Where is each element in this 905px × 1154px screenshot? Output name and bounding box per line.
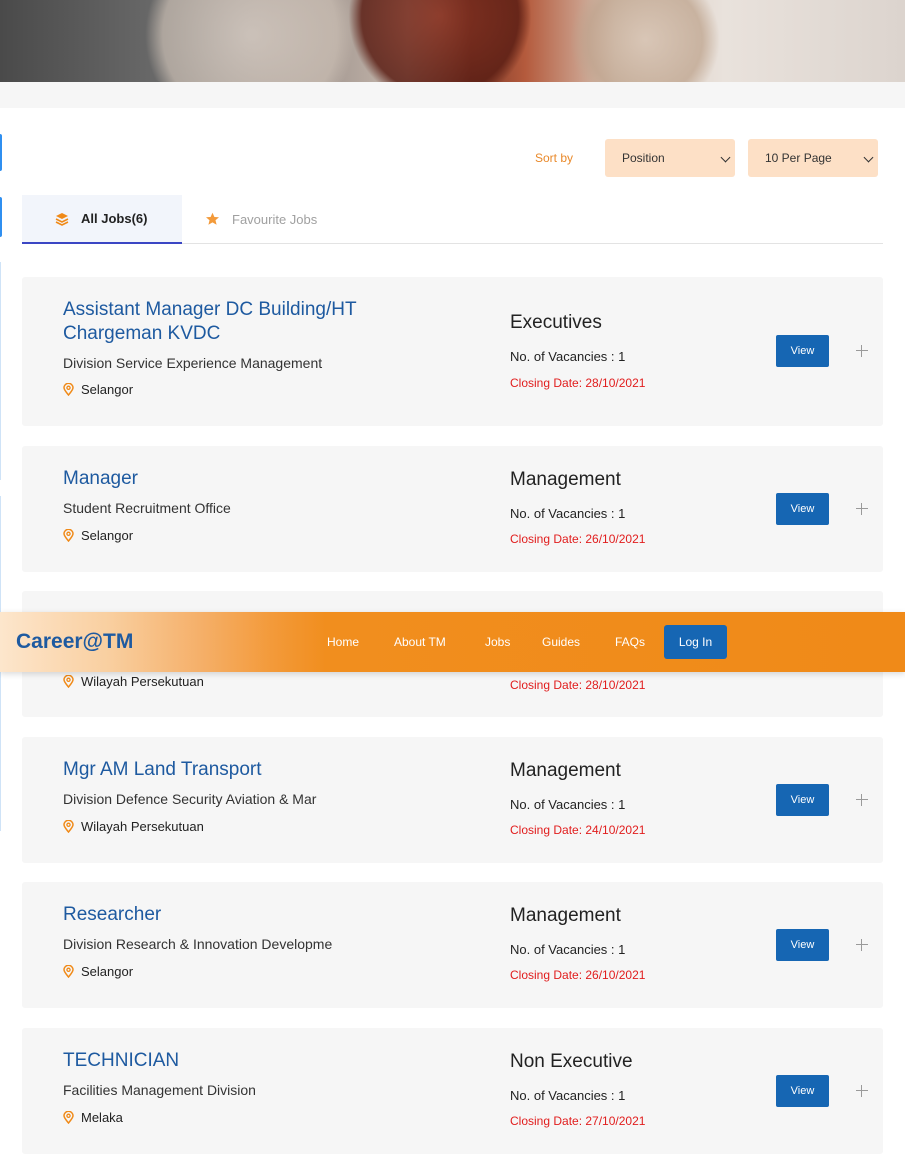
job-level: Executives (510, 312, 602, 333)
star-icon (205, 212, 220, 226)
tab-all-jobs-label: All Jobs(6) (81, 211, 148, 226)
job-location-label: Melaka (81, 1110, 123, 1125)
map-pin-icon (63, 1111, 74, 1124)
nav-guides[interactable]: Guides (542, 635, 580, 649)
brand-logo[interactable]: Career@TM (16, 630, 133, 654)
job-location: Selangor (63, 382, 133, 397)
map-pin-icon (63, 383, 74, 396)
side-marker (0, 197, 2, 237)
job-closing-date: Closing Date: 26/10/2021 (510, 532, 646, 546)
per-page-select[interactable]: 10 Per Page (748, 139, 878, 177)
map-pin-icon (63, 675, 74, 688)
job-closing-date: Closing Date: 26/10/2021 (510, 968, 646, 982)
map-pin-icon (63, 820, 74, 833)
nav-home[interactable]: Home (327, 635, 359, 649)
side-marker (0, 134, 2, 171)
job-card: Researcher Division Research & Innovatio… (22, 882, 883, 1008)
job-division: Student Recruitment Office (63, 500, 231, 516)
job-closing-date: Closing Date: 27/10/2021 (510, 1114, 646, 1128)
job-title[interactable]: Researcher (63, 903, 393, 927)
per-page-value: 10 Per Page (765, 151, 832, 165)
job-location: Selangor (63, 528, 133, 543)
job-closing-date: Closing Date: 28/10/2021 (510, 678, 646, 692)
view-button[interactable]: View (776, 784, 829, 816)
job-location: Wilayah Persekutuan (63, 819, 204, 834)
job-division: Division Service Experience Management (63, 355, 323, 371)
tab-favourite-jobs[interactable]: Favourite Jobs (205, 195, 355, 243)
job-vacancies: No. of Vacancies : 1 (510, 797, 626, 812)
job-vacancies: No. of Vacancies : 1 (510, 942, 626, 957)
job-location: Wilayah Persekutuan (63, 674, 204, 689)
job-title[interactable]: Assistant Manager DC Building/HT Chargem… (63, 298, 393, 346)
layers-icon (55, 212, 69, 226)
view-button[interactable]: View (776, 493, 829, 525)
top-navbar: Career@TM Home About TM Jobs Guides FAQs… (0, 612, 905, 672)
tab-all-jobs[interactable]: All Jobs(6) (22, 195, 182, 244)
page: Sort by Position 10 Per Page All Jobs(6) (0, 0, 905, 1154)
view-button[interactable]: View (776, 335, 829, 367)
job-location-label: Wilayah Persekutuan (81, 674, 204, 689)
view-button[interactable]: View (776, 1075, 829, 1107)
job-level: Management (510, 760, 621, 781)
job-division: Division Defence Security Aviation & Mar (63, 791, 317, 807)
job-card: Mgr AM Land Transport Division Defence S… (22, 737, 883, 863)
sort-by-label: Sort by (535, 151, 574, 165)
login-button[interactable]: Log In (664, 625, 727, 659)
map-pin-icon (63, 965, 74, 978)
job-vacancies: No. of Vacancies : 1 (510, 506, 626, 521)
job-vacancies: No. of Vacancies : 1 (510, 349, 626, 364)
job-title[interactable]: Mgr AM Land Transport (63, 758, 393, 782)
job-card: Assistant Manager DC Building/HT Chargem… (22, 277, 883, 426)
plus-icon[interactable] (855, 502, 869, 516)
hero-banner (0, 0, 905, 82)
job-location: Selangor (63, 964, 133, 979)
job-location-label: Selangor (81, 964, 134, 979)
plus-icon[interactable] (855, 938, 869, 952)
job-closing-date: Closing Date: 24/10/2021 (510, 823, 646, 837)
job-card: TECHNICIAN Facilities Management Divisio… (22, 1028, 883, 1154)
plus-icon[interactable] (855, 344, 869, 358)
job-closing-date: Closing Date: 28/10/2021 (510, 376, 646, 390)
job-vacancies: No. of Vacancies : 1 (510, 1088, 626, 1103)
job-level: Management (510, 469, 621, 490)
job-title[interactable]: TECHNICIAN (63, 1049, 393, 1073)
chevron-down-icon (720, 152, 731, 163)
job-division: Division Research & Innovation Developme (63, 936, 333, 952)
chevron-down-icon (863, 152, 874, 163)
job-location: Melaka (63, 1110, 123, 1125)
job-location-label: Wilayah Persekutuan (81, 819, 204, 834)
plus-icon[interactable] (855, 793, 869, 807)
sort-order-select[interactable]: Position (605, 139, 735, 177)
sort-order-value: Position (622, 151, 665, 165)
nav-jobs[interactable]: Jobs (485, 635, 510, 649)
job-title[interactable]: Manager (63, 467, 393, 491)
plus-icon[interactable] (855, 1084, 869, 1098)
nav-about[interactable]: About TM (394, 635, 446, 649)
map-pin-icon (63, 529, 74, 542)
job-level: Management (510, 905, 621, 926)
job-tabs: All Jobs(6) Favourite Jobs (22, 195, 883, 244)
job-level: Non Executive (510, 1051, 633, 1072)
job-division: Facilities Management Division (63, 1082, 256, 1098)
job-location-label: Selangor (81, 382, 134, 397)
nav-faqs[interactable]: FAQs (615, 635, 645, 649)
side-divider (0, 262, 1, 480)
job-location-label: Selangor (81, 528, 134, 543)
tab-favourite-jobs-label: Favourite Jobs (232, 211, 318, 227)
view-button[interactable]: View (776, 929, 829, 961)
job-card: Manager Student Recruitment Office Selan… (22, 446, 883, 572)
